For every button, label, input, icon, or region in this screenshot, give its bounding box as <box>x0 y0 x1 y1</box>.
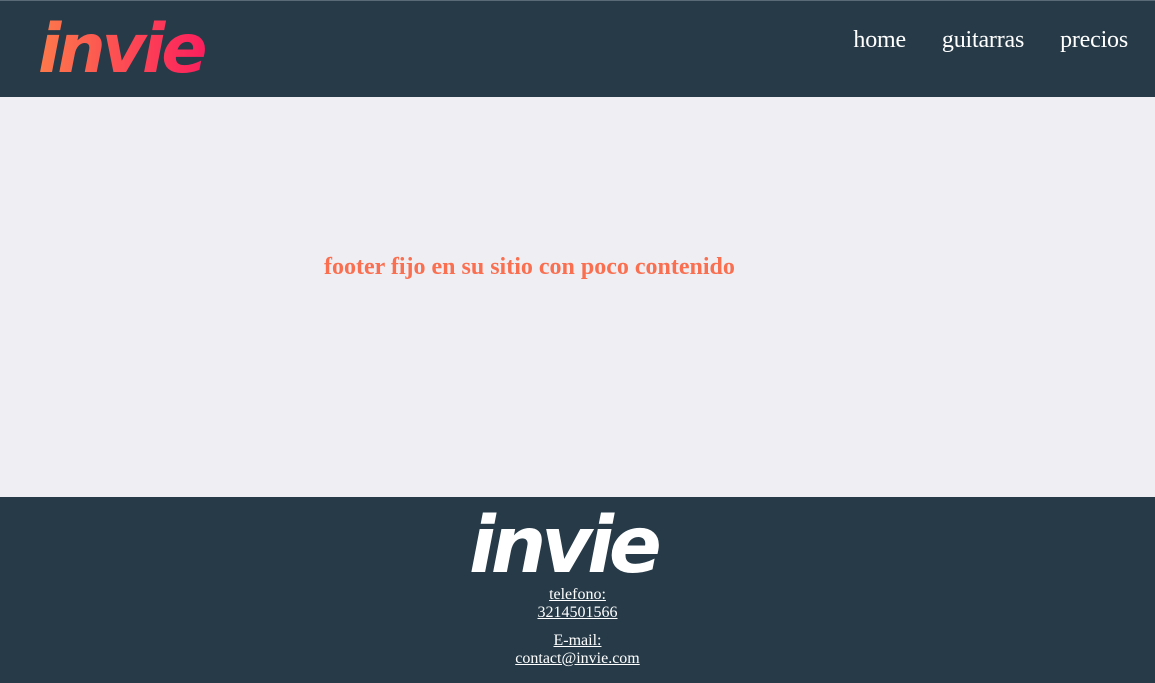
main-content: footer fijo en su sitio con poco conteni… <box>0 97 1155 497</box>
site-footer: invie telefono: 3214501566 E-mail: conta… <box>0 497 1155 683</box>
footer-logo-text: invie <box>469 506 659 580</box>
footer-logo: invie <box>467 501 689 591</box>
phone-label-link[interactable]: telefono: <box>549 586 606 603</box>
nav-home[interactable]: home <box>853 26 906 54</box>
contact-phone: telefono: 3214501566 <box>0 586 1155 622</box>
nav-guitarras[interactable]: guitarras <box>942 26 1024 54</box>
main-message: footer fijo en su sitio con poco conteni… <box>324 254 735 280</box>
email-label-link[interactable]: E-mail: <box>554 632 602 649</box>
invie-logo: invie <box>38 10 209 89</box>
site-header: invie home guitarras precios <box>0 0 1155 97</box>
phone-value-link[interactable]: 3214501566 <box>538 604 618 621</box>
main-nav: home guitarras precios <box>853 26 1128 54</box>
email-value-link[interactable]: contact@invie.com <box>515 650 639 667</box>
contact-email: E-mail: contact@invie.com <box>0 632 1155 668</box>
nav-precios[interactable]: precios <box>1060 26 1128 54</box>
invie-logo-footer: invie <box>469 501 664 591</box>
header-logo-text: invie <box>38 12 205 80</box>
header-logo-link[interactable]: invie <box>36 10 228 89</box>
